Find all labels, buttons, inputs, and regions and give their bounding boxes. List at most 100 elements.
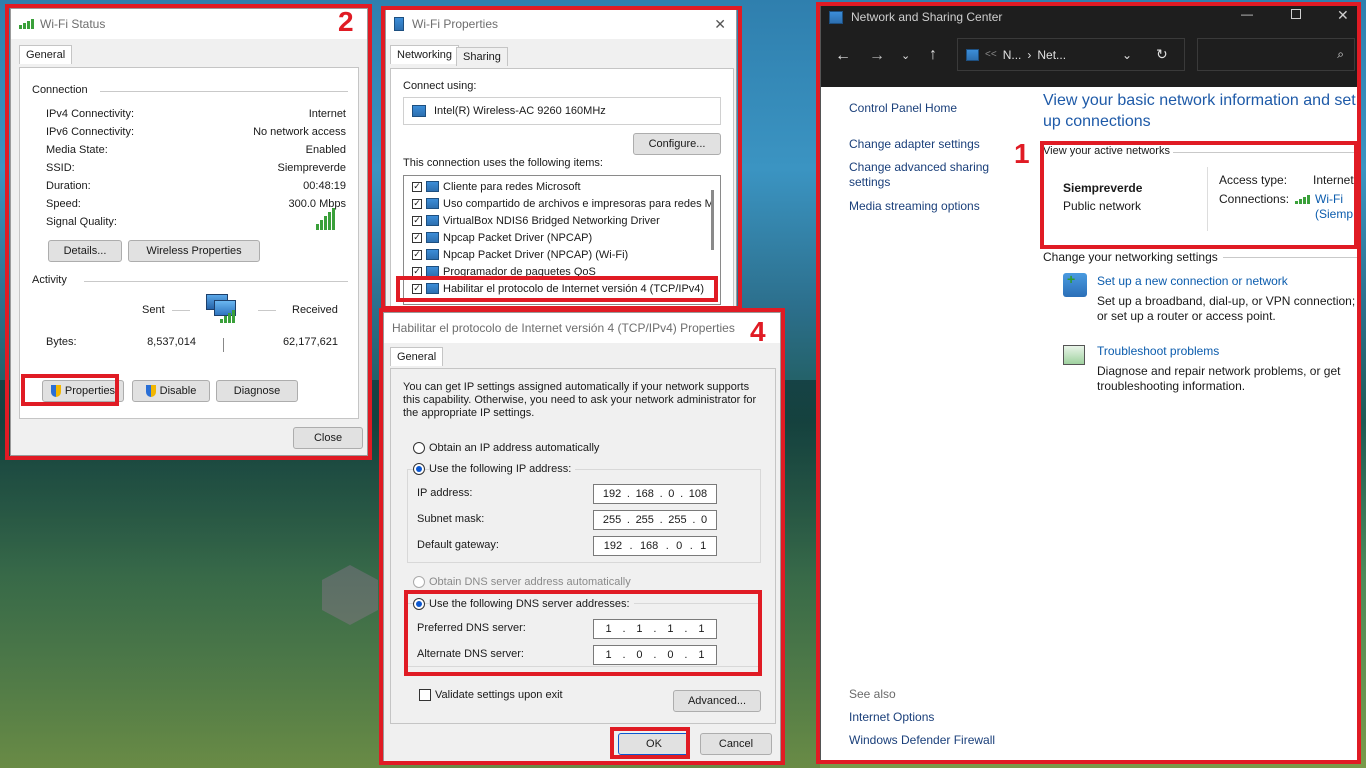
address-chevron-icon[interactable]: ⌄: [1122, 48, 1132, 62]
component-checkbox[interactable]: ✓: [412, 266, 422, 277]
address-bar[interactable]: << N... › Net... ⌄ ↻: [957, 38, 1185, 71]
change-settings-label: Change your networking settings: [1043, 250, 1218, 264]
preferred-dns-input[interactable]: 1.1.1.1: [593, 619, 717, 639]
component-icon: [426, 266, 439, 277]
troubleshoot-icon: [1063, 345, 1085, 365]
status-row-value: No network access: [253, 126, 346, 138]
component-item[interactable]: ✓ Habilitar el protocolo de Internet vers…: [412, 280, 704, 297]
troubleshoot-link[interactable]: Troubleshoot problems: [1097, 344, 1219, 358]
breadcrumb-2[interactable]: Net...: [1037, 48, 1066, 62]
ipv4-properties-window: Habilitar el protocolo de Internet versi…: [383, 312, 781, 764]
connection-group-label: Connection: [32, 84, 92, 96]
component-item[interactable]: ✓ VirtualBox NDIS6 Bridged Networking Dri…: [412, 212, 660, 229]
access-type-value: Internet: [1313, 173, 1354, 187]
component-item[interactable]: ✓ Npcap Packet Driver (NPCAP) (Wi-Fi): [412, 246, 628, 263]
wifi-status-titlebar: Wi-Fi Status: [11, 9, 367, 39]
wifi-status-window: Wi-Fi Status General Connection IPv4 Con…: [10, 8, 368, 456]
wifi-connection-link[interactable]: Wi-Fi: [1315, 192, 1343, 206]
auto-dns-radio[interactable]: [413, 576, 425, 588]
ok-button[interactable]: OK: [618, 733, 690, 755]
component-item[interactable]: ✓ Cliente para redes Microsoft: [412, 178, 581, 195]
recent-chevron-icon[interactable]: ⌄: [901, 49, 910, 62]
disable-button[interactable]: Disable: [132, 380, 210, 402]
component-item[interactable]: ✓ Uso compartido de archivos e impresoras…: [412, 195, 714, 212]
forward-arrow-icon[interactable]: →: [869, 47, 885, 65]
subnet-mask-input[interactable]: 255. 255. 255. 0: [593, 510, 717, 530]
wifi-connection-sub[interactable]: (Siemp: [1315, 207, 1353, 221]
step-number-4: 4: [750, 316, 766, 347]
network-adapter-icon: [394, 17, 404, 31]
adapter-icon: [412, 105, 426, 117]
status-row-value: Internet: [308, 108, 346, 120]
tab-networking[interactable]: Networking: [390, 45, 460, 64]
component-item[interactable]: ✓ Programador de paquetes QoS: [412, 263, 596, 280]
change-adapter-link[interactable]: Change adapter settings: [849, 137, 980, 151]
component-checkbox[interactable]: ✓: [412, 181, 422, 192]
adapter-name: Intel(R) Wireless-AC 9260 160MHz: [434, 105, 606, 117]
component-checkbox[interactable]: ✓: [412, 249, 422, 260]
component-checkbox[interactable]: ✓: [412, 198, 422, 209]
use-dns-radio[interactable]: [413, 598, 425, 610]
items-scrollbar[interactable]: [711, 190, 714, 250]
step-number-1: 1: [1014, 138, 1030, 169]
back-arrow-icon[interactable]: ←: [835, 47, 851, 65]
items-list: ✓ Cliente para redes Microsoft ✓ Uso compar…: [403, 175, 721, 305]
search-icon: ⌕: [1337, 47, 1344, 61]
access-type-label: Access type:: [1219, 173, 1288, 187]
ipv4-title: Habilitar el protocolo de Internet versi…: [392, 321, 735, 335]
details-button[interactable]: Details...: [48, 240, 122, 262]
firewall-link[interactable]: Windows Defender Firewall: [849, 733, 995, 747]
crumb-sep: <<: [985, 49, 997, 60]
setup-connection-link[interactable]: Set up a new connection or network: [1097, 274, 1288, 288]
alternate-dns-input[interactable]: 1.0.0.1: [593, 645, 717, 665]
search-box[interactable]: ⌕: [1197, 38, 1355, 71]
shield-icon: [145, 385, 156, 397]
component-item[interactable]: ✓ Npcap Packet Driver (NPCAP): [412, 229, 592, 246]
change-sharing-link[interactable]: Change advanced sharing settings: [849, 160, 999, 190]
media-streaming-link[interactable]: Media streaming options: [849, 199, 980, 213]
maximize-icon[interactable]: [1291, 9, 1301, 19]
tab-general[interactable]: General: [19, 45, 73, 64]
step-number-2: 2: [338, 6, 354, 37]
network-icon: [829, 10, 843, 24]
signal-quality-icon: [316, 208, 335, 230]
status-row-value: 00:48:19: [303, 180, 346, 192]
breadcrumb-1[interactable]: N...: [1003, 48, 1022, 62]
wifi-connection-icon: [1295, 195, 1310, 204]
auto-ip-radio[interactable]: [413, 442, 425, 454]
component-checkbox[interactable]: ✓: [412, 215, 422, 226]
configure-button[interactable]: Configure...: [633, 133, 721, 155]
control-panel-home-link[interactable]: Control Panel Home: [849, 101, 957, 115]
minimize-icon[interactable]: —: [1241, 7, 1253, 21]
status-row-label: Speed:: [46, 198, 81, 210]
cancel-button[interactable]: Cancel: [700, 733, 772, 755]
up-arrow-icon[interactable]: ↑: [929, 46, 937, 64]
properties-button[interactable]: Properties: [42, 380, 124, 402]
tab-sharing[interactable]: Sharing: [456, 47, 508, 66]
setup-description: Set up a broadband, dial-up, or VPN conn…: [1097, 294, 1356, 323]
wifi-properties-window: Wi-Fi Properties ✕ Networking Sharing Co…: [385, 8, 737, 308]
component-checkbox[interactable]: ✓: [412, 232, 422, 243]
validate-checkbox[interactable]: [419, 689, 431, 701]
close-button[interactable]: Close: [293, 427, 363, 449]
sent-label: Sent: [142, 304, 165, 316]
use-dns-label: Use the following DNS server addresses:: [429, 598, 634, 610]
refresh-icon[interactable]: ↻: [1156, 46, 1168, 63]
wireless-properties-button[interactable]: Wireless Properties: [128, 240, 260, 262]
auto-dns-label: Obtain DNS server address automatically: [429, 576, 631, 588]
wifi-status-panel: Connection IPv4 Connectivity: Internet IPv…: [19, 67, 359, 419]
status-row-label: Media State:: [46, 144, 108, 156]
diagnose-button[interactable]: Diagnose: [216, 380, 298, 402]
tab-general-ipv4[interactable]: General: [390, 347, 444, 366]
component-label: Habilitar el protocolo de Internet versi…: [443, 282, 705, 295]
component-label: Npcap Packet Driver (NPCAP): [443, 231, 593, 244]
close-icon[interactable]: ✕: [714, 16, 726, 33]
internet-options-link[interactable]: Internet Options: [849, 710, 934, 724]
ip-address-input[interactable]: 192. 168. 0. 108: [593, 484, 717, 504]
default-gateway-input[interactable]: 192. 168. 0. 1: [593, 536, 717, 556]
use-ip-radio[interactable]: [413, 463, 425, 475]
component-checkbox[interactable]: ✓: [412, 283, 422, 294]
advanced-button[interactable]: Advanced...: [673, 690, 761, 712]
close-icon[interactable]: ✕: [1337, 7, 1349, 24]
component-icon: [426, 215, 439, 226]
